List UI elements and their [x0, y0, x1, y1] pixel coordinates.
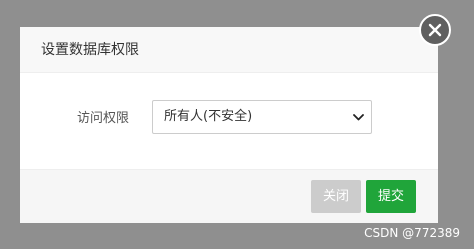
- access-permission-select[interactable]: 所有人(不安全): [152, 100, 372, 134]
- access-permission-selected-value: 所有人(不安全): [164, 109, 253, 124]
- database-permission-dialog: 设置数据库权限 访问权限 所有人(不安全) 关闭 提交: [20, 27, 438, 223]
- watermark: CSDN @772389: [364, 226, 460, 240]
- dialog-title: 设置数据库权限: [41, 42, 139, 58]
- chevron-down-icon: [353, 114, 364, 121]
- close-button[interactable]: 关闭: [311, 180, 361, 213]
- close-icon: [428, 23, 442, 37]
- submit-button[interactable]: 提交: [366, 180, 416, 213]
- dialog-header: 设置数据库权限: [20, 27, 438, 73]
- access-permission-label: 访问权限: [77, 111, 130, 126]
- dialog-footer: 关闭 提交: [20, 169, 438, 223]
- dialog-close-button[interactable]: [419, 14, 451, 46]
